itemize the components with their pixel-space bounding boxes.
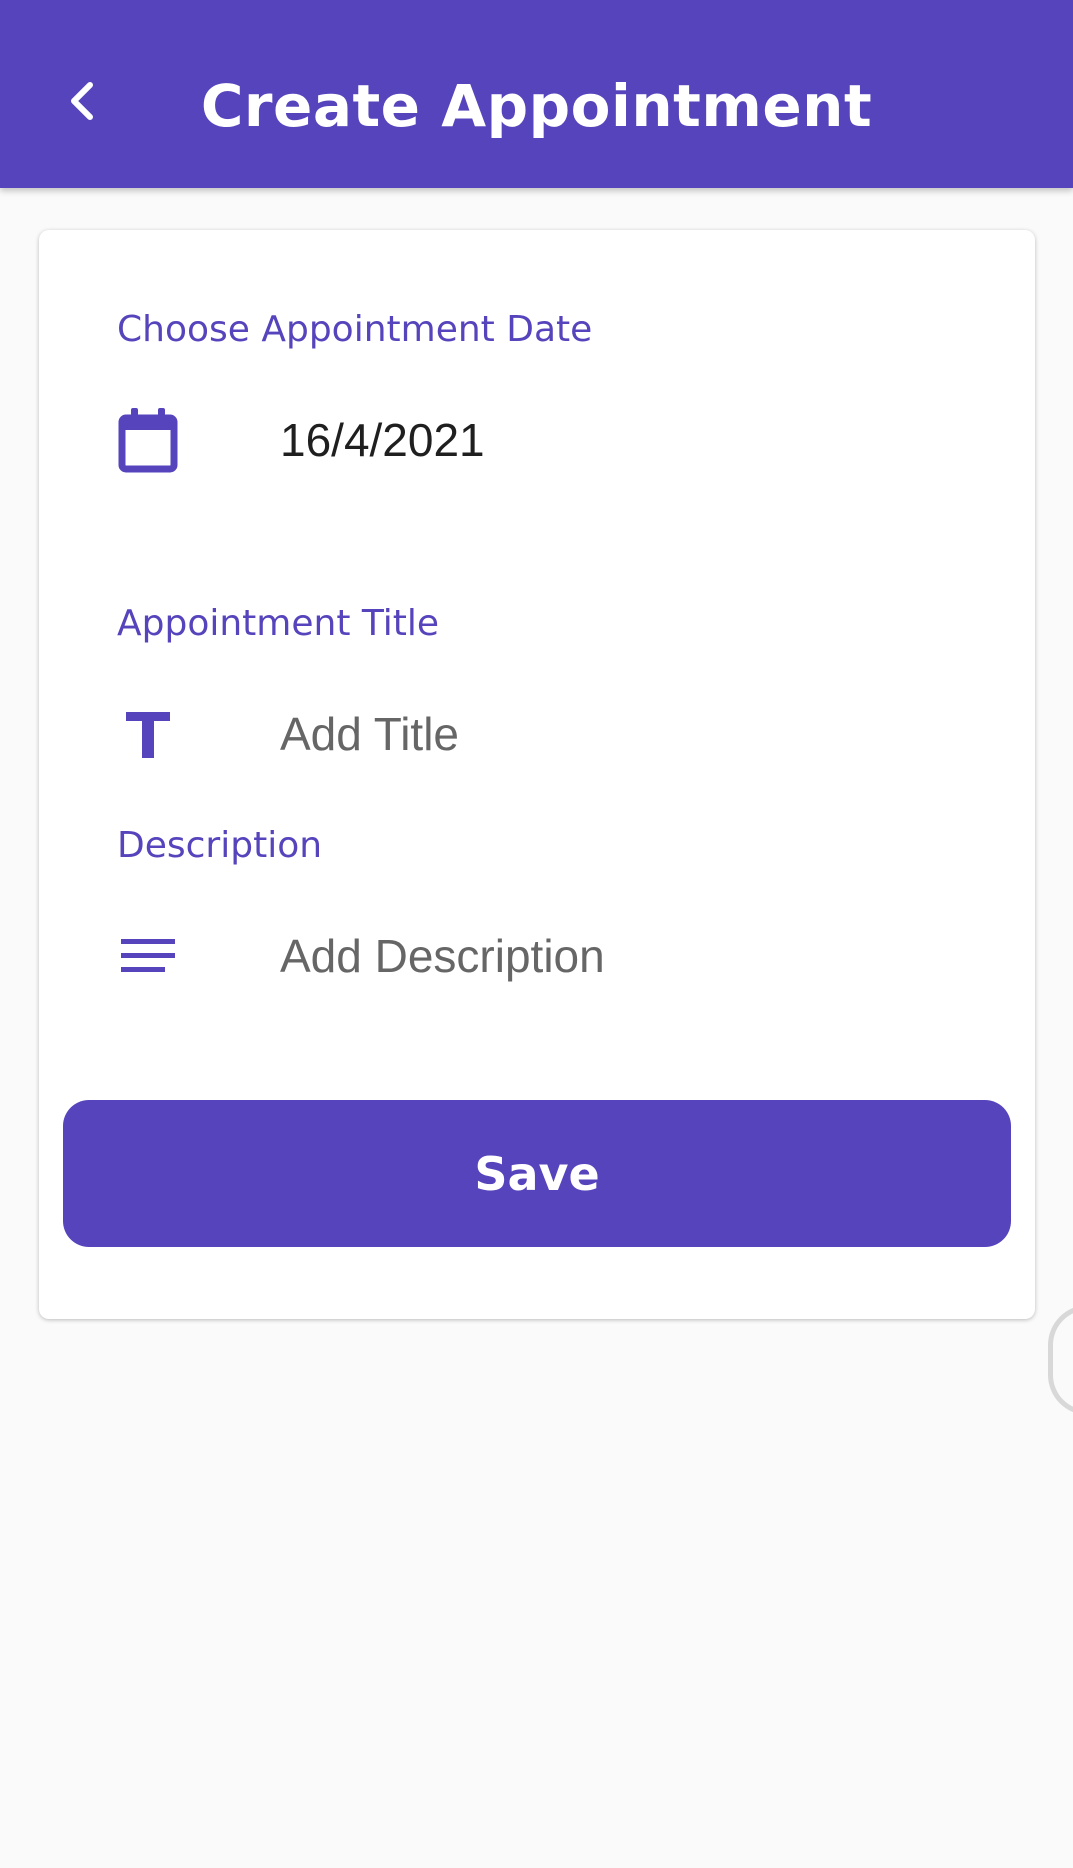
description-label: Description: [117, 825, 323, 866]
appointment-form-card: Choose Appointment Date 16/4/2021 Appoin…: [39, 230, 1035, 1319]
page-title: Create Appointment: [200, 72, 873, 140]
date-label: Choose Appointment Date: [117, 309, 593, 350]
date-value[interactable]: 16/4/2021: [280, 410, 485, 470]
edge-scroll-handle[interactable]: [1048, 1305, 1073, 1415]
title-label: Appointment Title: [117, 603, 440, 644]
app-bar: Create Appointment: [0, 0, 1073, 188]
title-input[interactable]: [280, 704, 980, 764]
text-title-icon: [113, 699, 183, 769]
save-button[interactable]: Save: [63, 1100, 1011, 1247]
description-input[interactable]: [280, 926, 980, 986]
calendar-icon[interactable]: [113, 405, 183, 475]
notes-lines-icon: [113, 921, 183, 991]
